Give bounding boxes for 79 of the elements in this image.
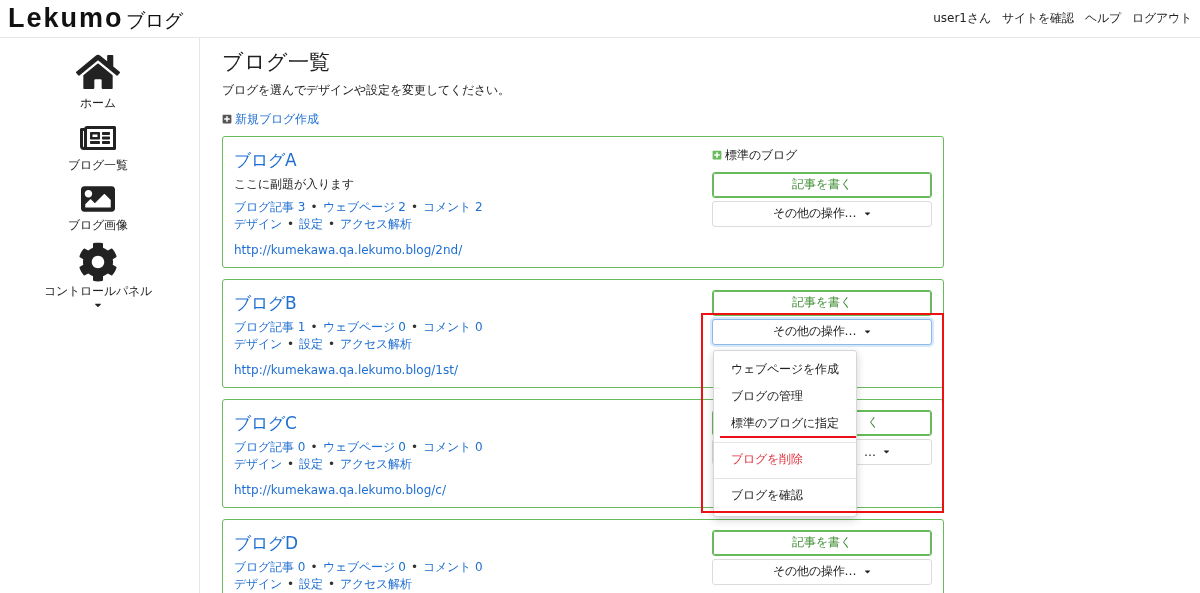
blog-url[interactable]: http://kumekawa.qa.lekumo.blog/1st/ xyxy=(234,362,458,377)
menu-item[interactable]: ウェブページを作成 xyxy=(714,356,856,384)
separator-dot: • xyxy=(328,575,336,593)
menu-item[interactable]: ブログを削除 xyxy=(714,446,820,474)
separator-dot: • xyxy=(287,215,295,233)
separator-dot: • xyxy=(310,318,318,336)
sidebar-item[interactable]: ブログ画像 xyxy=(32,182,163,234)
blog-link[interactable]: コメント 0 xyxy=(423,558,483,576)
blog-link[interactable]: アクセス解析 xyxy=(340,335,413,353)
blog-link[interactable]: ウェブページ 0 xyxy=(322,558,406,576)
caret-icon xyxy=(862,567,872,576)
blog-link[interactable]: コメント 0 xyxy=(423,438,483,456)
more-actions-button[interactable]: その他の操作… xyxy=(712,318,932,345)
blog-link[interactable]: 設定 xyxy=(299,575,324,593)
caret-icon xyxy=(882,447,891,456)
blog-link[interactable]: 設定 xyxy=(299,335,324,353)
blog-link[interactable]: デザイン xyxy=(234,335,282,353)
blog-url[interactable]: http://kumekawa.qa.lekumo.blog/c/ xyxy=(234,482,446,497)
nav-link[interactable]: サイトを確認 xyxy=(1002,10,1074,27)
blog-link[interactable]: コメント 0 xyxy=(423,318,483,336)
blog-link[interactable]: デザイン xyxy=(234,215,282,233)
nav-link[interactable]: ログアウト xyxy=(1132,10,1192,27)
blog-link[interactable]: デザイン xyxy=(234,575,282,593)
blog-title[interactable]: ブログC xyxy=(234,411,297,435)
separator-dot: • xyxy=(310,198,318,216)
blog-url[interactable]: http://kumekawa.qa.lekumo.blog/2nd/ xyxy=(234,242,463,257)
default-blog-text: 標準のブログ xyxy=(725,146,797,164)
blog-link[interactable]: ブログ記事 3 xyxy=(234,198,306,216)
logo[interactable]: Lekumo xyxy=(8,3,124,34)
separator-dot: • xyxy=(287,575,295,593)
blog-link[interactable]: ブログ記事 1 xyxy=(234,318,306,336)
separator-dot: • xyxy=(310,438,318,456)
blog-link[interactable]: コメント 2 xyxy=(423,198,483,216)
menu-item[interactable]: ブログを確認 xyxy=(714,482,820,510)
separator-dot: • xyxy=(328,455,336,473)
separator-dot: • xyxy=(287,335,295,353)
separator-dot: • xyxy=(328,335,336,353)
write-post-button[interactable]: 記事を書く xyxy=(712,289,932,316)
blog-link[interactable]: ウェブページ 0 xyxy=(322,438,406,456)
sidebar-item[interactable]: ホーム xyxy=(32,50,163,112)
caret-icon xyxy=(862,327,872,336)
blog-subtitle: ここに副題が入ります xyxy=(234,175,354,193)
page-description: ブログを選んでデザインや設定を変更してください。 xyxy=(222,82,511,99)
nav-link[interactable]: user1さん xyxy=(933,10,991,27)
write-post-button[interactable]: 記事を書く xyxy=(712,529,932,556)
new-blog-link[interactable]: 新規ブログ作成 xyxy=(222,110,319,128)
separator-dot: • xyxy=(411,318,419,336)
logo-suffix: ブログ xyxy=(125,8,183,33)
blog-link[interactable]: デザイン xyxy=(234,455,282,473)
separator-dot: • xyxy=(411,558,419,576)
write-post-button[interactable]: 記事を書く xyxy=(712,171,932,198)
blog-link[interactable]: アクセス解析 xyxy=(340,455,413,473)
blog-title[interactable]: ブログD xyxy=(234,531,299,555)
settings-icon xyxy=(77,242,118,282)
blog-link[interactable]: 設定 xyxy=(299,455,324,473)
separator-dot: • xyxy=(328,215,336,233)
sidebar-item[interactable]: ブログ一覧 xyxy=(32,120,163,174)
nav-link[interactable]: ヘルプ xyxy=(1085,10,1121,27)
menu-item[interactable]: ブログの管理 xyxy=(714,383,820,411)
blog-link[interactable]: アクセス解析 xyxy=(340,215,413,233)
more-actions-button[interactable]: その他の操作… xyxy=(712,558,932,585)
blog-link[interactable]: 設定 xyxy=(299,215,324,233)
page-title: ブログ一覧 xyxy=(222,49,331,76)
blog-title[interactable]: ブログB xyxy=(234,291,297,315)
blog-link[interactable]: ウェブページ 0 xyxy=(322,318,406,336)
separator-dot: • xyxy=(411,438,419,456)
separator-dot: • xyxy=(287,455,295,473)
separator-dot: • xyxy=(310,558,318,576)
sidebar-item[interactable]: コントロールパネル xyxy=(32,242,163,310)
caret-icon xyxy=(862,209,872,218)
separator-dot: • xyxy=(411,198,419,216)
blog-link[interactable]: ウェブページ 2 xyxy=(322,198,406,216)
blog-link[interactable]: アクセス解析 xyxy=(340,575,413,593)
menu-item[interactable]: 標準のブログに指定 xyxy=(720,410,856,438)
blog-title[interactable]: ブログA xyxy=(234,148,297,172)
more-actions-button[interactable]: その他の操作… xyxy=(712,200,932,227)
plus-icon xyxy=(222,114,232,124)
blog-link[interactable]: ブログ記事 0 xyxy=(234,438,306,456)
blog-link[interactable]: ブログ記事 0 xyxy=(234,558,306,576)
